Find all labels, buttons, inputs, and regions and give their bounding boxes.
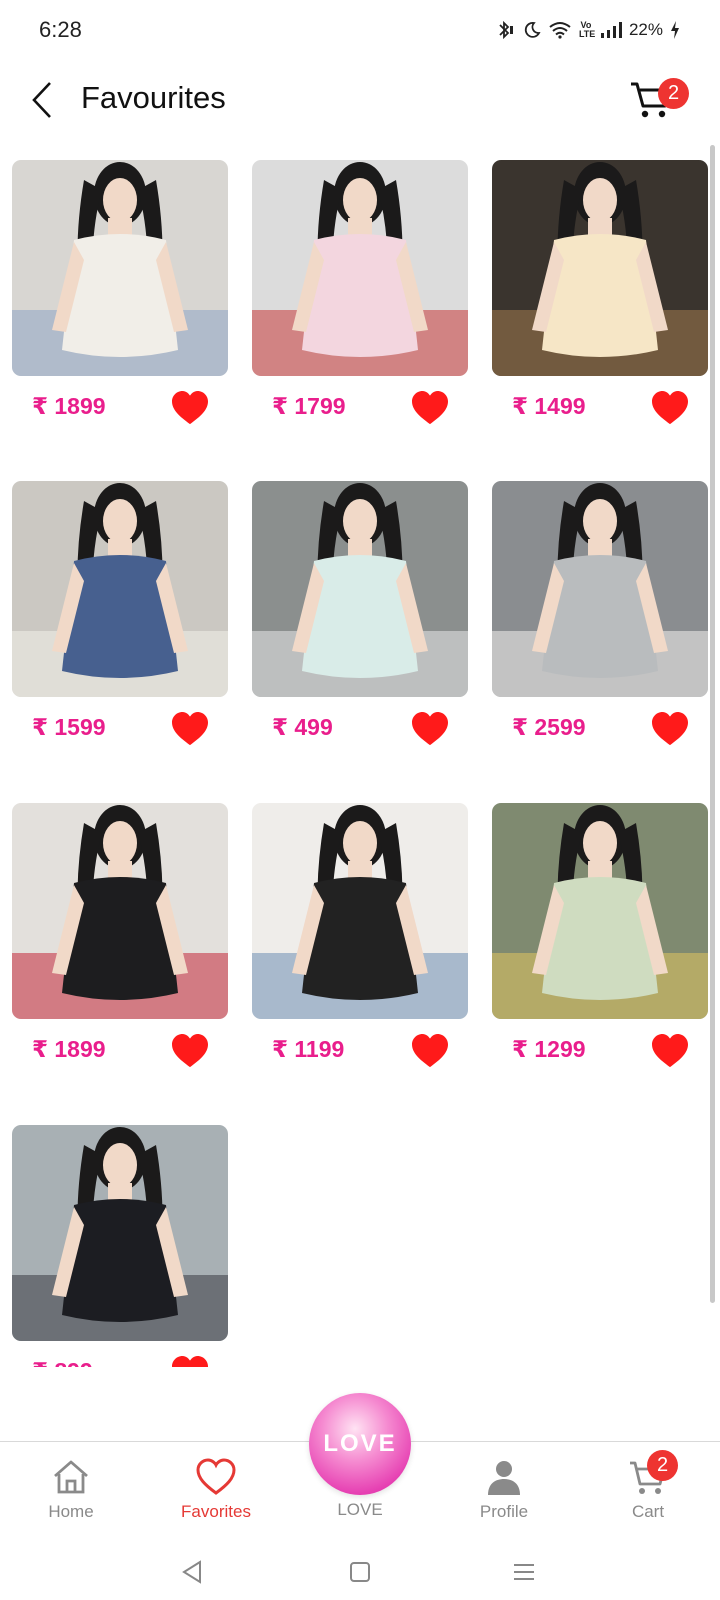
page-title: Favourites (81, 80, 226, 115)
nav-cart-label: Cart (631, 1502, 665, 1521)
bluetooth-icon (494, 20, 516, 40)
favorite-button[interactable] (410, 1033, 450, 1069)
nav-home[interactable]: Home (21, 1442, 121, 1532)
nav-favorites-label: Favorites (181, 1502, 251, 1521)
heart-filled-icon (172, 1033, 208, 1068)
charging-icon (670, 21, 680, 39)
product-price: ₹ 1199 (272, 1036, 345, 1062)
product-image[interactable] (12, 160, 228, 376)
system-nav-bar (0, 1545, 720, 1600)
system-back-button[interactable] (172, 1557, 212, 1587)
moon-icon (523, 21, 541, 39)
product-price: ₹ 1599 (32, 714, 106, 740)
product-card[interactable]: ₹ 1499 (492, 160, 708, 425)
nav-cart[interactable]: 2 Cart (598, 1442, 698, 1532)
status-icons: Vo LTE 22% (494, 20, 680, 40)
menu-icon (514, 1564, 534, 1580)
square-home-icon (350, 1562, 370, 1582)
cart-badge: 2 (658, 78, 689, 109)
love-button[interactable]: LOVE (309, 1393, 411, 1495)
heart-filled-icon (652, 390, 688, 425)
wifi-icon (548, 21, 572, 39)
favorite-button[interactable] (170, 711, 210, 747)
product-image[interactable] (492, 160, 708, 376)
product-price: ₹ 1299 (512, 1036, 586, 1062)
system-menu-button[interactable] (504, 1557, 544, 1587)
product-price: ₹ 1899 (32, 393, 106, 419)
battery-text: 22% (628, 20, 663, 39)
status-time: 6:28 (39, 17, 82, 42)
status-bar: 6:28 Vo LTE 22% (0, 0, 720, 60)
chevron-left-icon (32, 82, 51, 118)
nav-favorites[interactable]: Favorites (166, 1442, 266, 1532)
product-card[interactable]: ₹ 1599 (12, 481, 228, 746)
product-price: ₹ 1499 (512, 393, 586, 419)
heart-outline-icon (195, 1456, 237, 1498)
product-image[interactable] (252, 481, 468, 697)
heart-filled-icon (412, 390, 448, 425)
favorite-button[interactable] (410, 390, 450, 426)
signal-icon (600, 21, 622, 39)
product-image[interactable] (252, 160, 468, 376)
product-image[interactable] (492, 803, 708, 1019)
person-icon (484, 1456, 524, 1498)
product-card[interactable]: ₹ 1899 (12, 803, 228, 1068)
heart-filled-icon (172, 711, 208, 746)
love-button-text: LOVE (323, 1430, 397, 1457)
heart-filled-icon (412, 711, 448, 746)
home-icon (51, 1456, 91, 1498)
nav-home-label: Home (48, 1502, 94, 1521)
triangle-back-icon (182, 1560, 201, 1584)
favorite-button[interactable] (650, 1033, 690, 1069)
product-card[interactable]: ₹ 499 (252, 481, 468, 746)
nav-cart-badge: 2 (647, 1450, 678, 1481)
favorite-button[interactable] (170, 1033, 210, 1069)
favorite-button[interactable] (650, 390, 690, 426)
product-card[interactable]: ₹ 1299 (492, 803, 708, 1068)
product-card[interactable]: ₹ 1799 (252, 160, 468, 425)
heart-filled-icon (652, 711, 688, 746)
heart-filled-icon (172, 1355, 208, 1367)
product-card[interactable]: ₹ 1899 (12, 160, 228, 425)
favorite-button[interactable] (650, 711, 690, 747)
product-price: ₹ 499 (272, 714, 333, 740)
product-card[interactable]: ₹ 1199 (252, 803, 468, 1068)
system-home-button[interactable] (340, 1557, 380, 1587)
favourites-grid: ₹ 1899 ₹ 1799 ₹ 1499 ₹ 1599 ₹ 499 ₹ 2599 ₹ 189… (0, 160, 720, 1367)
cart-icon: 2 (627, 1450, 678, 1498)
product-image[interactable] (492, 481, 708, 697)
favorite-button[interactable] (170, 1355, 210, 1367)
favorite-button[interactable] (410, 711, 450, 747)
product-card[interactable]: ₹ 899 (12, 1125, 228, 1367)
favorite-button[interactable] (170, 390, 210, 426)
header-cart-button[interactable]: 2 (631, 74, 689, 124)
product-price: ₹ 2599 (512, 714, 586, 740)
scrollbar[interactable] (710, 145, 715, 1303)
heart-filled-icon (412, 1033, 448, 1068)
nav-profile[interactable]: Profile (454, 1442, 554, 1532)
heart-filled-icon (652, 1033, 688, 1068)
product-image[interactable] (12, 1125, 228, 1341)
product-image[interactable] (252, 803, 468, 1019)
back-button[interactable] (24, 78, 60, 122)
app-header: Favourites 2 (0, 60, 720, 140)
product-price: ₹ 1899 (32, 1036, 106, 1062)
nav-love-label: LOVE (337, 1500, 383, 1519)
product-price: ₹ 899 (32, 1358, 93, 1367)
product-image[interactable] (12, 481, 228, 697)
nav-profile-label: Profile (479, 1502, 529, 1521)
product-card[interactable]: ₹ 2599 (492, 481, 708, 746)
product-image[interactable] (12, 803, 228, 1019)
volte-icon: Vo LTE (578, 20, 596, 39)
product-price: ₹ 1799 (272, 393, 346, 419)
heart-filled-icon (172, 390, 208, 425)
